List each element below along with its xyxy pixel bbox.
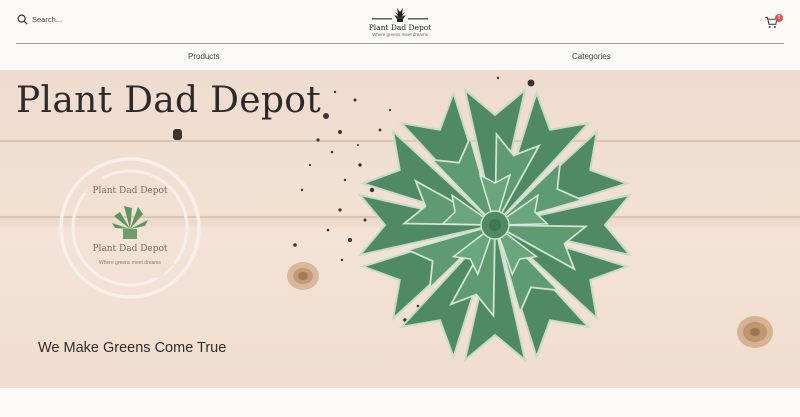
nav-products-link[interactable]: Products — [188, 52, 220, 61]
logo-tagline: Where greens meet dreams — [372, 32, 428, 37]
page-bottom — [0, 388, 800, 417]
badge-name-bottom: Plant Dad Depot — [92, 244, 168, 254]
search-input[interactable] — [32, 15, 152, 24]
wood-knot-icon — [287, 262, 319, 290]
search-box[interactable] — [17, 14, 152, 25]
hero-tagline: We Make Greens Come True — [38, 340, 227, 356]
main-nav: Products Categories — [0, 44, 800, 70]
wood-knot-icon — [737, 316, 773, 348]
cart-count-badge: 1 — [775, 14, 783, 22]
badge-tagline: Where greens meet dreams — [99, 260, 161, 266]
search-icon — [17, 14, 28, 25]
plant-badge-icon — [59, 157, 201, 299]
logo-name: Plant Dad Depot — [368, 23, 432, 32]
site-header: Plant Dad Depot Where greens meet dreams… — [0, 0, 800, 44]
hero-banner: Plant Dad Depot Plant Dad Depot Plant Da… — [0, 70, 800, 388]
cart-button[interactable]: 1 — [765, 14, 783, 30]
plant-logo-icon — [372, 8, 428, 22]
site-logo[interactable]: Plant Dad Depot Where greens meet dreams — [360, 5, 440, 38]
succulent-plant — [357, 87, 633, 363]
badge-logo: Plant Dad Depot Plant Dad Depot Where gr… — [58, 156, 202, 300]
badge-name-top: Plant Dad Depot — [92, 186, 168, 196]
hero-title: Plant Dad Depot — [16, 80, 321, 121]
nav-categories-link[interactable]: Categories — [572, 52, 611, 61]
